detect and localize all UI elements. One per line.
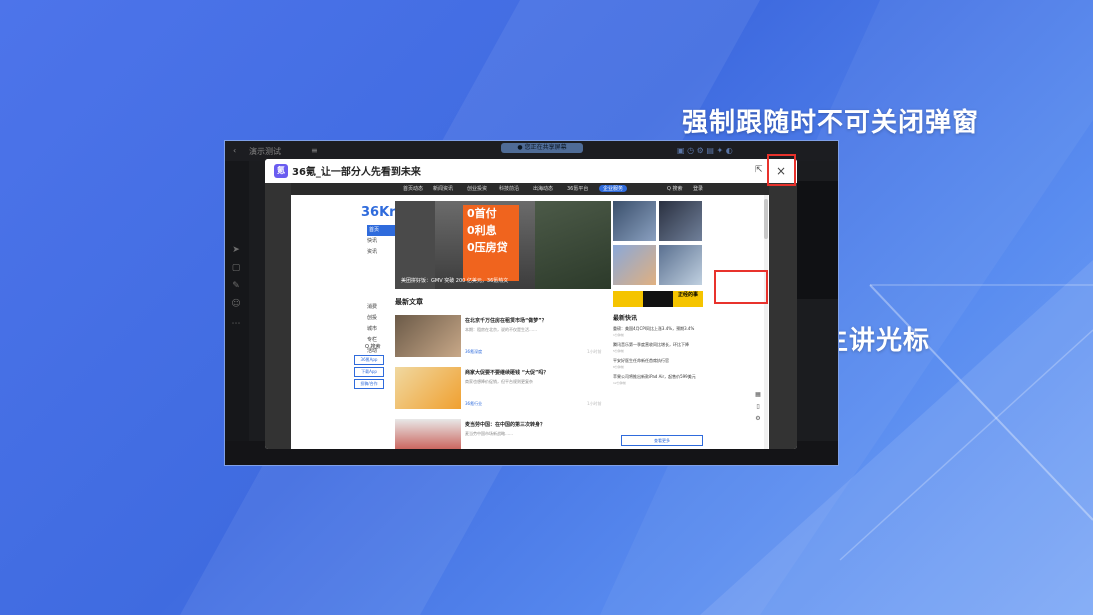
thumb-image[interactable]: [613, 245, 656, 285]
side-menu: 首页 快讯 资讯 推荐 财经 科技 汽车 消费 创投 城市 专栏 活动: [367, 225, 397, 357]
nav-item[interactable]: 36氪平台: [567, 185, 588, 192]
side-button-contribute[interactable]: 投稿/合作: [354, 379, 384, 389]
ad-banner[interactable]: 正经的事: [613, 291, 703, 307]
scrollbar[interactable]: [764, 195, 768, 449]
qr-icon[interactable]: ▦: [753, 389, 763, 401]
thumb-image[interactable]: [613, 201, 656, 241]
menu-item[interactable]: 城市: [367, 324, 397, 335]
hero-bg: [535, 201, 611, 289]
article-desc: 麦当劳中国市场新战略……: [465, 431, 513, 436]
phone-icon[interactable]: ▯: [753, 401, 763, 413]
article-tag-text[interactable]: 36氪行业: [465, 401, 482, 406]
nav-login[interactable]: 登录: [693, 185, 703, 192]
side-button-app[interactable]: 36氪App: [354, 355, 384, 365]
article-title: 麦当劳中国：在中国的第三次转身？: [465, 422, 546, 428]
menu-item[interactable]: 快讯: [367, 236, 397, 247]
web-page[interactable]: 首页动态 新闻资讯 创业投资 科技前沿 出海动态 36氪平台 企业服务 Q 搜索…: [291, 183, 769, 449]
article-image: [395, 419, 461, 449]
nav-item-active[interactable]: 企业服务: [599, 185, 628, 192]
flash-text: 苹果公司将推出新款iPad Air，起售价599美元: [613, 374, 696, 379]
scrollbar-thumb[interactable]: [764, 199, 768, 239]
flash-item[interactable]: 平安好医生任命新任首席执行官 8分钟前: [613, 358, 703, 370]
nav-item[interactable]: 首页动态: [403, 185, 423, 192]
flash-time: 5分钟前: [613, 349, 624, 353]
article-tag: 36氪行业: [465, 401, 482, 407]
open-external-icon[interactable]: ⇱: [755, 165, 765, 175]
article-desc: 本期：租房在北京，说的不仅是生活……: [465, 327, 537, 332]
flash-text: 重磅：美国4月CPI同比上涨3.4%，预期3.4%: [613, 326, 695, 331]
menu-item[interactable]: 消费: [367, 302, 397, 313]
article-image: [395, 315, 461, 357]
thumb-image[interactable]: [659, 245, 702, 285]
article-title: 商家大促要不要继续砸钱 “大促”吗？: [465, 370, 549, 376]
article-item[interactable]: 商家大促要不要继续砸钱 “大促”吗？ 商家也想降价促销，但平台规则更复杂 36氪…: [395, 367, 605, 411]
article-time: 1小时前: [587, 349, 602, 354]
article-image: [395, 367, 461, 409]
flash-text: 腾讯音乐第一季度营收同比增长，环比下降: [613, 342, 689, 347]
highlight-close-box: [767, 154, 796, 186]
caption-top: 强制跟随时不可关闭弹窗: [682, 108, 980, 138]
flash-time: 8分钟前: [613, 365, 624, 369]
kr-logo[interactable]: 36Kr: [361, 205, 396, 220]
menu-item-selected[interactable]: 首页: [367, 225, 397, 236]
float-toolbar: ▦ ▯ ⚙: [753, 389, 763, 425]
ad-text: 正经的事: [673, 291, 703, 307]
hero-bg: [395, 201, 435, 289]
hero-banner[interactable]: 0首付 0利息 0压房贷 美团拼好饭：GMV 突破 200 亿美元，36氪热文: [395, 201, 611, 289]
nav-item[interactable]: 出海动态: [533, 185, 553, 192]
menu-item[interactable]: 创投: [367, 313, 397, 324]
flash-time: 1分钟前: [613, 333, 624, 337]
article-tag: 36氪深度: [465, 349, 482, 355]
popup-header: 氪 36氪_让一部分人先看到未来 ⇱ ×: [265, 159, 797, 184]
flash-text: 平安好医生任命新任首席执行官: [613, 358, 669, 363]
nav-item[interactable]: 科技前沿: [499, 185, 519, 192]
settings-icon[interactable]: ⚙: [753, 413, 763, 425]
nav-search[interactable]: Q 搜索: [667, 185, 683, 192]
highlight-cursor-box: [714, 270, 768, 304]
hero-sign-line: 0首付: [467, 207, 497, 220]
more-button[interactable]: 查看更多: [621, 435, 703, 446]
hero-sign-line: 0利息: [467, 224, 497, 237]
popup-body: 首页动态 新闻资讯 创业投资 科技前沿 出海动态 36氪平台 企业服务 Q 搜索…: [265, 183, 797, 449]
flash-news: 最新快讯 重磅：美国4月CPI同比上涨3.4%，预期3.4% 1分钟前 腾讯音乐第…: [613, 313, 703, 386]
popup-title: 36氪_让一部分人先看到未来: [292, 167, 421, 178]
flash-header: 最新快讯: [613, 315, 638, 322]
article-desc: 商家也想降价促销，但平台规则更复杂: [465, 379, 533, 384]
article-tag-text[interactable]: 36氪深度: [465, 349, 482, 354]
article-item[interactable]: 麦当劳中国：在中国的第三次转身？ 麦当劳中国市场新战略……: [395, 419, 605, 449]
article-time: 1小时前: [587, 401, 602, 406]
flash-time: 12分钟前: [613, 381, 626, 385]
flash-item[interactable]: 苹果公司将推出新款iPad Air，起售价599美元 12分钟前: [613, 374, 703, 386]
menu-item[interactable]: 资讯: [367, 247, 397, 258]
article-item[interactable]: 在北京千万住房在租赁市场“做梦”？ 本期：租房在北京，说的不仅是生活…… 36氪…: [395, 315, 605, 359]
flash-item[interactable]: 腾讯音乐第一季度营收同比增长，环比下降 5分钟前: [613, 342, 703, 354]
site-logo-icon: 氪: [274, 164, 288, 178]
site-nav: 首页动态 新闻资讯 创业投资 科技前沿 出海动态 36氪平台 企业服务 Q 搜索…: [291, 183, 769, 195]
hero-caption: 美团拼好饭：GMV 突破 200 亿美元，36氪热文: [401, 278, 509, 284]
thumb-image[interactable]: [659, 201, 702, 241]
side-button-download[interactable]: 下载App: [354, 367, 384, 377]
flash-item[interactable]: 重磅：美国4月CPI同比上涨3.4%，预期3.4% 1分钟前: [613, 326, 703, 338]
article-title: 在北京千万住房在租赁市场“做梦”？: [465, 318, 547, 324]
hero-sign: 0首付 0利息 0压房贷: [463, 205, 519, 281]
nav-item[interactable]: 创业投资: [467, 185, 487, 192]
ad-block: [613, 291, 643, 307]
nav-item[interactable]: 新闻资讯: [433, 185, 453, 192]
hero-sign-line: 0压房贷: [467, 241, 508, 254]
popup-dialog: 氪 36氪_让一部分人先看到未来 ⇱ × 首页动态 新闻资讯 创业投资 科技前沿…: [265, 159, 797, 449]
side-search[interactable]: Q 搜索: [365, 343, 381, 350]
section-title: 最新文章: [395, 298, 423, 306]
